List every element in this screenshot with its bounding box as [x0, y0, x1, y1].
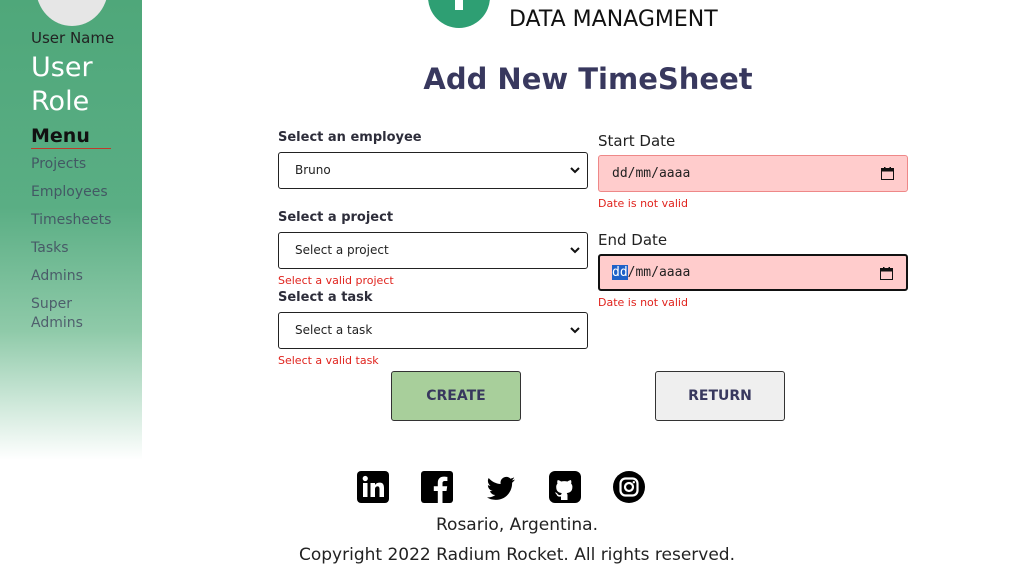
chevron-down-icon — [570, 167, 580, 174]
menu-title: Menu — [31, 125, 111, 149]
menu-list: Projects Employees Timesheets Tasks Admi… — [31, 155, 121, 342]
start-date-input[interactable]: dd/mm/aaaa — [598, 155, 908, 192]
avatar — [36, 0, 108, 26]
end-date-day[interactable]: dd — [612, 265, 628, 280]
sidebar: User Name User Role Menu Projects Employ… — [0, 0, 142, 460]
employee-label: Select an employee — [278, 130, 422, 145]
user-role: User Role — [31, 52, 93, 117]
end-date-error: Date is not valid — [598, 296, 688, 309]
chevron-down-icon — [570, 247, 580, 254]
page-title: Add New TimeSheet — [423, 62, 753, 96]
sidebar-item-super-admins[interactable]: Super Admins — [31, 295, 121, 333]
github-icon[interactable] — [548, 470, 582, 504]
start-date-day: dd — [612, 166, 628, 181]
task-label: Select a task — [278, 290, 373, 305]
create-button[interactable]: CREATE — [391, 371, 521, 421]
project-select[interactable]: Select a project — [278, 232, 588, 269]
footer-location: Rosario, Argentina. — [436, 515, 598, 535]
project-error: Select a valid project — [278, 274, 394, 287]
project-select-value: Select a project — [295, 243, 389, 257]
calendar-icon[interactable] — [880, 267, 893, 280]
project-label: Select a project — [278, 210, 394, 225]
start-date-rest: /mm/aaaa — [627, 166, 691, 181]
task-select-value: Select a task — [295, 323, 373, 337]
calendar-icon[interactable] — [881, 167, 894, 180]
sidebar-item-timesheets[interactable]: Timesheets — [31, 211, 121, 230]
facebook-icon[interactable] — [420, 470, 454, 504]
end-date-rest: /mm/aaaa — [627, 265, 691, 280]
employee-select[interactable]: Bruno — [278, 152, 588, 189]
end-date-input[interactable]: dd/mm/aaaa — [598, 254, 908, 291]
brand-subtitle: DATA MANAGMENT — [509, 7, 718, 32]
task-select[interactable]: Select a task — [278, 312, 588, 349]
logo-icon — [428, 0, 490, 28]
footer-copyright: Copyright 2022 Radium Rocket. All rights… — [299, 545, 735, 565]
end-date-label: End Date — [598, 231, 668, 249]
sidebar-item-tasks[interactable]: Tasks — [31, 239, 121, 258]
sidebar-item-projects[interactable]: Projects — [31, 155, 121, 174]
sidebar-item-admins[interactable]: Admins — [31, 267, 121, 286]
start-date-label: Start Date — [598, 132, 676, 150]
start-date-error: Date is not valid — [598, 197, 688, 210]
twitter-icon[interactable] — [484, 470, 518, 504]
instagram-icon[interactable] — [612, 470, 646, 504]
user-name: User Name — [31, 29, 115, 47]
employee-select-value: Bruno — [295, 163, 331, 177]
task-error: Select a valid task — [278, 354, 379, 367]
linkedin-icon[interactable] — [356, 470, 390, 504]
return-button[interactable]: RETURN — [655, 371, 785, 421]
chevron-down-icon — [570, 327, 580, 334]
sidebar-item-employees[interactable]: Employees — [31, 183, 121, 202]
